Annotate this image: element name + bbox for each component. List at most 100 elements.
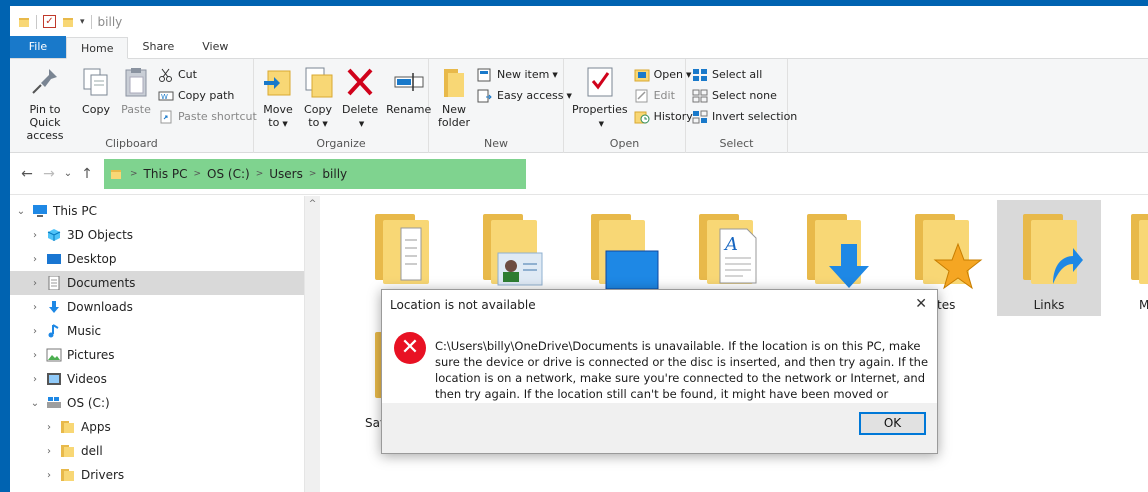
scroll-up-chevron-icon[interactable]: ^ — [305, 199, 320, 209]
collapse-chevron-icon[interactable]: ⌄ — [14, 206, 28, 217]
expand-chevron-icon[interactable]: › — [42, 446, 56, 457]
breadcrumb-billy[interactable]: billy — [322, 167, 347, 181]
folder-tile[interactable]: Mu — [1105, 200, 1148, 316]
title-bar: ✓ ▾ billy — [10, 6, 1148, 37]
scissors-icon — [159, 68, 172, 82]
select-all-button[interactable]: Select all — [692, 65, 797, 84]
edit-icon — [635, 89, 648, 102]
expand-chevron-icon[interactable]: › — [42, 470, 56, 481]
close-icon[interactable]: ✕ — [915, 296, 927, 312]
tree-item-downloads[interactable]: › Downloads — [10, 295, 304, 319]
copy-to-label: Copy to ▼ — [304, 103, 332, 129]
delete-label: Delete ▼ — [342, 103, 379, 128]
tree-item-label: Desktop — [67, 252, 117, 266]
select-none-button[interactable]: Select none — [692, 86, 797, 105]
expand-chevron-icon[interactable]: › — [42, 422, 56, 433]
expand-chevron-icon[interactable]: › — [28, 350, 42, 361]
download-icon — [49, 301, 59, 313]
paste-shortcut-button[interactable]: Paste shortcut — [158, 107, 257, 126]
nav-pane-scrollbar[interactable]: ^ — [304, 196, 320, 492]
folder-tile-links[interactable]: Links — [997, 200, 1101, 316]
easy-access-button[interactable]: Easy access ▼ — [477, 86, 572, 105]
new-group: New folder New item ▼ Easy access ▼ New — [429, 59, 572, 153]
breadcrumb-chevron-icon[interactable]: > — [130, 169, 138, 179]
new-folder-label: New folder — [438, 103, 470, 129]
pictures-icon — [46, 348, 62, 362]
open-button[interactable]: Open ▼ — [634, 65, 693, 84]
tree-item-videos[interactable]: › Videos — [10, 367, 304, 391]
expand-chevron-icon[interactable]: › — [28, 326, 42, 337]
ok-button[interactable]: OK — [859, 412, 926, 435]
customize-chevron-icon[interactable]: ▾ — [80, 17, 85, 27]
svg-text:W: W — [161, 93, 168, 101]
collapse-chevron-icon[interactable]: ⌄ — [28, 398, 42, 409]
back-arrow-icon[interactable]: ← — [16, 166, 38, 182]
expand-chevron-icon[interactable]: › — [28, 302, 42, 313]
expand-chevron-icon[interactable]: › — [28, 230, 42, 241]
video-icon — [47, 373, 61, 385]
tree-item-documents[interactable]: › Documents — [10, 271, 304, 295]
tree-item-label: Music — [67, 324, 102, 338]
new-folder-icon[interactable] — [62, 16, 74, 28]
breadcrumb-chevron-icon[interactable]: > — [256, 169, 264, 179]
cut-button[interactable]: Cut — [158, 65, 257, 84]
edit-button[interactable]: Edit — [634, 86, 693, 105]
copy-path-button[interactable]: W Copy path — [158, 86, 257, 105]
tab-file[interactable]: File — [10, 36, 66, 58]
tab-home[interactable]: Home — [66, 37, 129, 59]
expand-chevron-icon[interactable]: › — [28, 278, 42, 289]
tree-item-label: This PC — [53, 204, 97, 218]
favorites-folder-icon — [911, 214, 983, 290]
tab-view[interactable]: View — [188, 36, 242, 58]
tree-item-this-pc[interactable]: ⌄ This PC — [10, 199, 304, 223]
expand-chevron-icon[interactable]: › — [28, 254, 42, 265]
rename-label: Rename — [386, 103, 432, 116]
explorer-window: ✓ ▾ billy File Home Share View Pin to Qu… — [10, 6, 1148, 492]
copy-path-label: Copy path — [178, 89, 235, 102]
desktop-folder-icon — [587, 214, 659, 290]
open-group: Properties ▼ Open ▼ Edit History Open — [564, 59, 693, 153]
move-to-label: Move to ▼ — [263, 103, 293, 129]
tree-item-os-c[interactable]: ⌄ OS (C:) — [10, 391, 304, 415]
forward-arrow-icon[interactable]: → — [38, 166, 60, 182]
tree-item-dell[interactable]: › dell — [10, 439, 304, 463]
new-item-button[interactable]: New item ▼ — [477, 65, 572, 84]
document-folder-icon: A — [695, 214, 757, 286]
easy-access-icon — [477, 89, 492, 102]
tree-item-label: Downloads — [67, 300, 133, 314]
tree-item-desktop[interactable]: › Desktop — [10, 247, 304, 271]
select-group-label: Select — [719, 137, 754, 150]
folder-label: Links — [1033, 298, 1065, 312]
invert-selection-button[interactable]: Invert selection — [692, 107, 797, 126]
tree-item-music[interactable]: › Music — [10, 319, 304, 343]
divider — [90, 14, 92, 29]
properties-checkbox-icon[interactable]: ✓ — [43, 15, 56, 28]
tree-item-drivers[interactable]: › Drivers — [10, 463, 304, 487]
recent-locations-chevron-icon[interactable]: ⌄ — [60, 168, 76, 179]
history-icon — [634, 111, 650, 123]
breadcrumb-this-pc[interactable]: This PC — [144, 167, 188, 181]
breadcrumb-os-c[interactable]: OS (C:) — [207, 167, 250, 181]
paste-icon — [125, 68, 147, 97]
tab-share[interactable]: Share — [128, 36, 188, 58]
select-all-icon — [693, 68, 707, 81]
paste-shortcut-icon — [160, 110, 172, 123]
tree-item-apps[interactable]: › Apps — [10, 415, 304, 439]
music-icon — [48, 324, 59, 338]
breadcrumb-chevron-icon[interactable]: > — [194, 169, 202, 179]
rename-icon — [394, 73, 424, 91]
address-bar[interactable]: > This PC > OS (C:) > Users > billy — [104, 158, 526, 189]
quick-access-toolbar: ✓ ▾ — [18, 14, 92, 29]
navigation-pane: ⌄ This PC › 3D Objects › Desktop › Docum… — [10, 196, 304, 492]
expand-chevron-icon[interactable]: › — [28, 374, 42, 385]
error-dialog: Location is not available ✕ ✕ C:\Users\b… — [381, 289, 938, 454]
svg-text:A: A — [723, 234, 738, 255]
breadcrumb-users[interactable]: Users — [269, 167, 303, 181]
paste-shortcut-label: Paste shortcut — [178, 110, 257, 123]
breadcrumb-chevron-icon[interactable]: > — [309, 169, 317, 179]
tree-item-3d-objects[interactable]: › 3D Objects — [10, 223, 304, 247]
up-arrow-icon[interactable]: ↑ — [76, 166, 98, 182]
history-button[interactable]: History — [634, 107, 693, 126]
copy-path-icon: W — [158, 91, 174, 101]
tree-item-pictures[interactable]: › Pictures — [10, 343, 304, 367]
